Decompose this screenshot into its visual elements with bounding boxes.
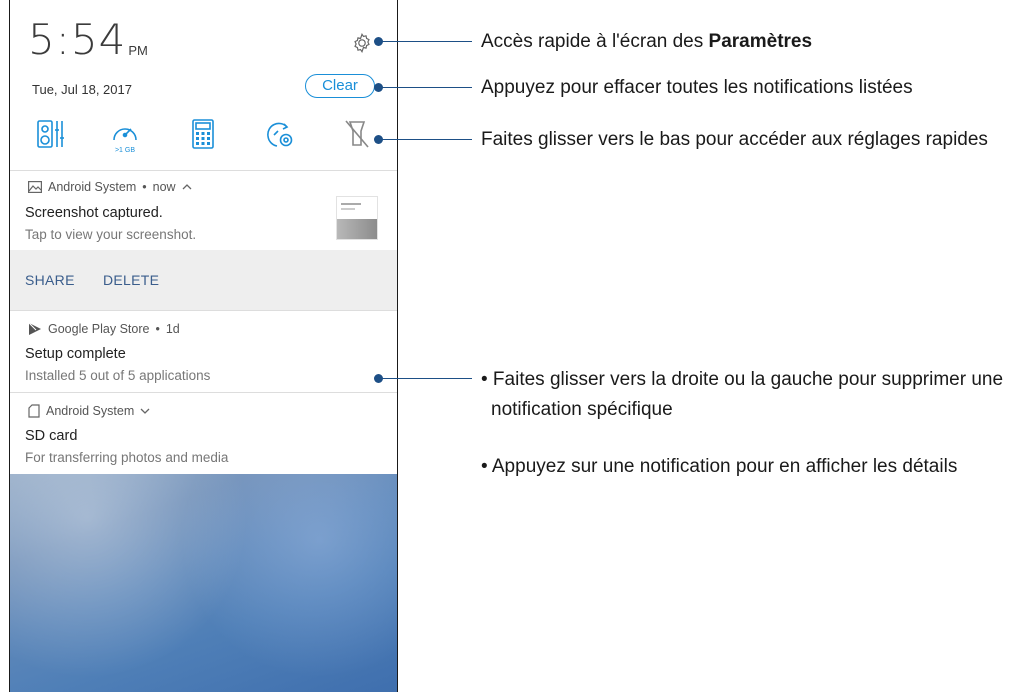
quick-settings-row: >1 GB <box>10 116 397 160</box>
callout-line <box>380 378 472 379</box>
callout-settings-bold: Paramètres <box>708 31 813 52</box>
separator-dot: • <box>142 180 147 194</box>
image-icon <box>28 181 42 193</box>
notification-text: Installed 5 out of 5 applications <box>25 368 211 383</box>
settings-gear-icon[interactable] <box>351 32 373 54</box>
notification-title: SD card <box>25 428 78 444</box>
callout-line <box>380 139 472 140</box>
equalizer-icon[interactable] <box>35 116 69 156</box>
callout-swipe-line2: notification spécifique <box>491 399 673 420</box>
screenshot-thumbnail[interactable] <box>336 196 378 240</box>
notification-title: Screenshot captured. <box>25 205 163 221</box>
callout-line <box>380 41 472 42</box>
share-button[interactable]: SHARE <box>25 272 75 288</box>
notification-app-name: Android System <box>48 180 137 194</box>
callout-line <box>380 87 472 88</box>
clock: 5:54 PM <box>28 18 148 62</box>
play-store-icon <box>28 322 41 335</box>
delete-button[interactable]: DELETE <box>103 272 159 288</box>
chevron-down-icon[interactable] <box>140 407 150 415</box>
notification-play-store[interactable]: Google Play Store • 1d Setup complete In… <box>10 311 397 392</box>
callout-quick-settings: Faites glisser vers le bas pour accéder … <box>481 129 988 150</box>
notification-time: now <box>152 180 176 194</box>
notification-time: 1d <box>165 322 180 336</box>
calculator-icon[interactable] <box>186 116 220 156</box>
notification-panel: 5:54 PM Tue, Jul 18, 2017 Clear >1 GB An… <box>9 0 398 692</box>
notification-sd-card[interactable]: Android System SD card For transferring … <box>10 393 397 474</box>
callout-tap: • Appuyez sur une notification pour en a… <box>481 456 958 477</box>
notification-actions: SHARE DELETE <box>10 250 397 310</box>
clock-ampm: PM <box>128 43 148 58</box>
notification-app-name: Android System <box>46 404 135 418</box>
notification-text: For transferring photos and media <box>25 450 229 465</box>
data-speed-icon[interactable]: >1 GB <box>108 116 142 156</box>
clean-boost-icon[interactable] <box>263 116 297 156</box>
notification-text: Tap to view your screenshot. <box>25 227 197 242</box>
sd-card-icon <box>28 404 40 418</box>
chevron-up-icon[interactable] <box>182 183 192 191</box>
callout-swipe-line1: • Faites glisser vers la droite ou la ga… <box>481 369 1004 390</box>
date-label: Tue, Jul 18, 2017 <box>32 82 132 97</box>
clock-time: 5:54 <box>28 15 127 64</box>
notification-app-name: Google Play Store <box>48 322 150 336</box>
notification-header: Google Play Store • 1d <box>28 322 180 336</box>
callout-settings-text: Accès rapide à l'écran des <box>481 31 709 52</box>
clear-all-button[interactable]: Clear <box>305 74 375 98</box>
separator-dot: • <box>155 322 160 336</box>
wallpaper <box>10 474 397 692</box>
callout-swipe: • Faites glisser vers la droite ou la ga… <box>481 365 1003 425</box>
notification-title: Setup complete <box>25 346 126 362</box>
notification-header: Android System • now <box>28 180 192 194</box>
flashlight-off-icon[interactable] <box>340 116 374 156</box>
notification-header: Android System <box>28 404 150 418</box>
callout-clear: Appuyez pour effacer toutes les notifica… <box>481 77 913 98</box>
callout-settings: Accès rapide à l'écran des Paramètres <box>481 31 812 53</box>
data-badge: >1 GB <box>115 147 135 154</box>
